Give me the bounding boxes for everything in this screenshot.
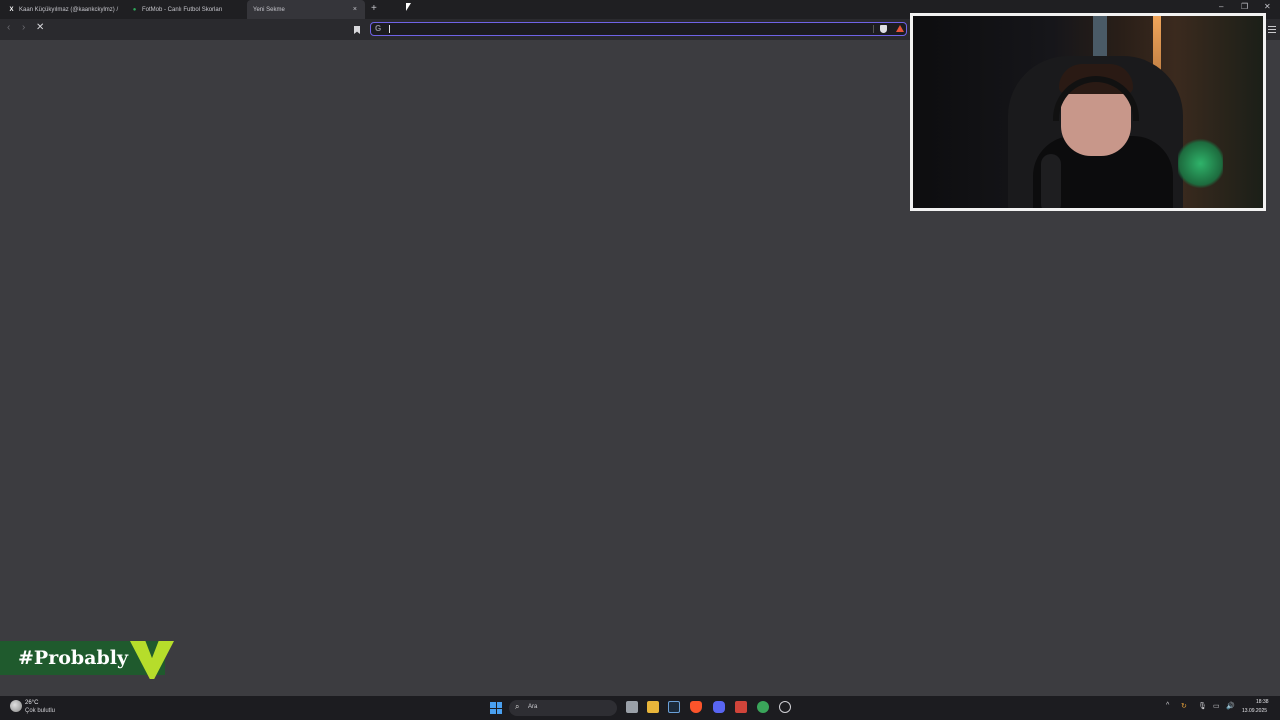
clock-date[interactable]: 13.09.2025	[1242, 708, 1267, 714]
back-button[interactable]: ‹	[7, 22, 10, 33]
weather-description[interactable]: Çok bulutlu	[25, 708, 55, 714]
mouse-cursor-icon	[406, 3, 411, 11]
tab-label: FotMob - Canlı Futbol Skorları	[142, 6, 223, 13]
volume-icon[interactable]: 🔊	[1226, 702, 1235, 710]
network-icon[interactable]: ▭	[1213, 702, 1220, 710]
whatsapp-icon[interactable]	[757, 701, 769, 713]
text-caret	[389, 25, 390, 33]
menu-icon[interactable]	[1268, 24, 1276, 35]
taskbar-search[interactable]: ⌕ Ara	[509, 700, 617, 716]
taskbar: 26°C Çok bulutlu ⌕ Ara ^ ↻ 🎙 ▭ 🔊 18:38 1…	[0, 696, 1280, 720]
divider	[873, 25, 874, 33]
tab-label: Yeni Sekme	[253, 6, 285, 13]
search-label: Ara	[528, 704, 538, 710]
search-icon: ⌕	[515, 702, 520, 711]
google-icon: G	[375, 24, 382, 33]
brand-overlay: #Probably	[0, 641, 175, 679]
weather-icon[interactable]	[10, 700, 22, 712]
file-explorer-icon[interactable]	[647, 701, 659, 713]
task-view-icon[interactable]	[626, 701, 638, 713]
webcam-overlay	[910, 13, 1266, 211]
tab-x-profile[interactable]: X Kaan Küçükyılmaz (@kaankckylmz) /	[8, 0, 124, 19]
tab-new-tab[interactable]: Yeni Sekme ×	[247, 0, 365, 19]
discord-icon[interactable]	[713, 701, 725, 713]
stop-loading-button[interactable]: ✕	[36, 22, 44, 33]
brave-shields-icon[interactable]	[880, 25, 887, 33]
settings-icon[interactable]	[779, 701, 791, 713]
microphone	[1041, 154, 1061, 208]
tab-label: Kaan Küçükyılmaz (@kaankckylmz) /	[19, 6, 119, 13]
new-tab-button[interactable]: +	[371, 3, 377, 14]
windows-start-icon[interactable]	[490, 702, 502, 714]
microphone-icon[interactable]: 🎙	[1198, 702, 1207, 710]
close-window-icon[interactable]: ✕	[1264, 2, 1271, 11]
show-hidden-icons-button[interactable]: ^	[1166, 702, 1169, 709]
plant	[1178, 136, 1223, 191]
clock-time[interactable]: 18:38	[1256, 699, 1269, 705]
address-input[interactable]	[387, 24, 867, 34]
weather-temperature[interactable]: 26°C	[25, 700, 38, 706]
background-object	[1093, 16, 1107, 56]
tab-fotmob[interactable]: ● FotMob - Canlı Futbol Skorları	[131, 0, 243, 19]
tray-app-icon[interactable]: ↻	[1181, 702, 1187, 710]
app-icon[interactable]	[735, 701, 747, 713]
minimize-icon[interactable]: –	[1219, 2, 1223, 11]
steam-icon[interactable]	[668, 701, 680, 713]
address-bar[interactable]: G	[370, 22, 907, 36]
fotmob-icon: ●	[132, 6, 137, 13]
brand-text: #Probably	[18, 647, 129, 669]
forward-button[interactable]: ›	[22, 22, 25, 33]
x-logo-icon: X	[9, 6, 14, 13]
brave-browser-icon[interactable]	[690, 701, 702, 713]
maximize-icon[interactable]: ❐	[1241, 2, 1248, 11]
brave-rewards-icon[interactable]	[896, 25, 904, 32]
close-tab-icon[interactable]: ×	[353, 6, 357, 13]
